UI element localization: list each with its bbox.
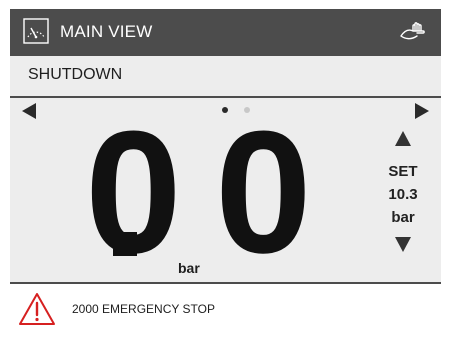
- status-row: SHUTDOWN: [10, 56, 441, 98]
- gauge-icon[interactable]: [23, 18, 49, 44]
- alarm-message: 2000 EMERGENCY STOP: [72, 302, 215, 316]
- arrow-left-icon[interactable]: [22, 103, 36, 119]
- hmi-screen: MAIN VIEW SHUTDOWN 0 0 bar SET 10.3 bar …: [10, 9, 441, 332]
- setpoint-control: SET 10.3 bar: [378, 131, 428, 252]
- reading-unit: bar: [178, 260, 200, 276]
- reading-fraction: 0: [215, 94, 312, 289]
- setpoint-unit: bar: [391, 209, 415, 226]
- machine-status: SHUTDOWN: [28, 66, 123, 83]
- setpoint-label: SET: [388, 163, 418, 180]
- view-title: MAIN VIEW: [60, 22, 153, 41]
- setpoint-value[interactable]: 10.3: [378, 183, 428, 206]
- decimal-point: [113, 232, 137, 256]
- header-bar: MAIN VIEW: [10, 9, 441, 56]
- warning-icon: [19, 293, 55, 325]
- arrow-up-icon[interactable]: [395, 131, 411, 146]
- arrow-right-icon[interactable]: [415, 103, 429, 119]
- alarm-bar[interactable]: 2000 EMERGENCY STOP: [10, 282, 441, 332]
- arrow-down-icon[interactable]: [395, 237, 411, 252]
- hand-icon[interactable]: [399, 19, 429, 43]
